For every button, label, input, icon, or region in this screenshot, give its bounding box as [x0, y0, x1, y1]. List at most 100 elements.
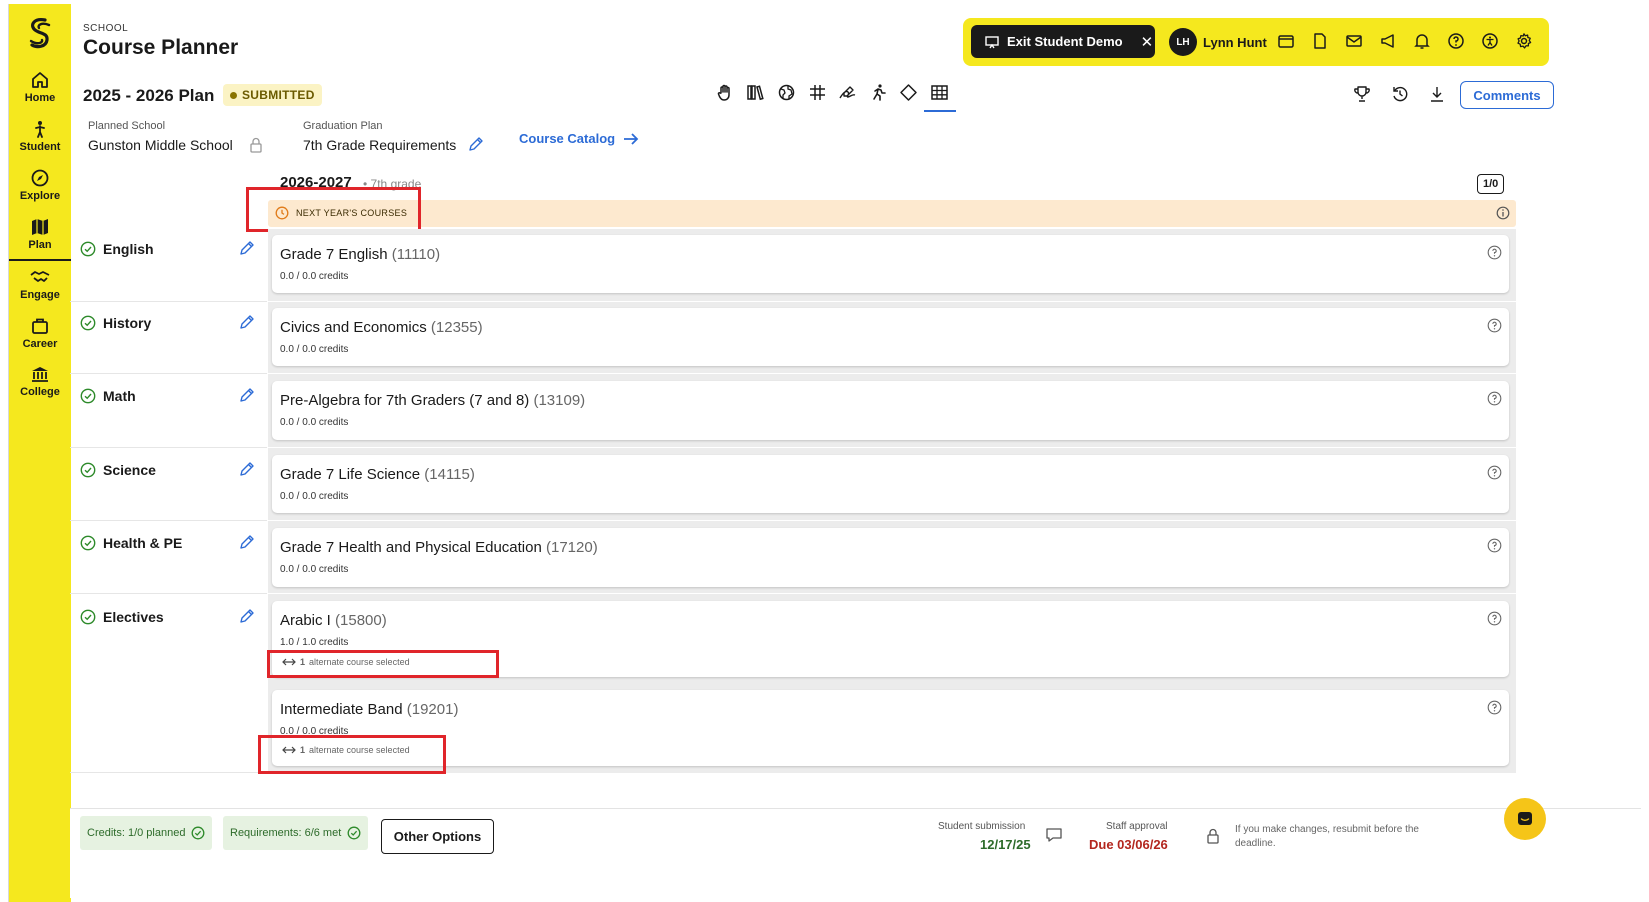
- help-icon[interactable]: [1487, 465, 1502, 480]
- help-icon[interactable]: [1487, 245, 1502, 260]
- sidebar-item-plan[interactable]: Plan: [9, 215, 71, 261]
- pencil-icon[interactable]: [239, 387, 255, 403]
- subject-name: Health & PE: [103, 535, 183, 551]
- help-icon[interactable]: [1487, 391, 1502, 406]
- comments-button[interactable]: Comments: [1460, 81, 1554, 109]
- pencil-icon[interactable]: [239, 534, 255, 550]
- row-divider: [70, 301, 267, 302]
- row-divider: [70, 520, 267, 521]
- bell-icon[interactable]: [1413, 32, 1433, 52]
- course-catalog-label: Course Catalog: [519, 131, 616, 146]
- help-icon[interactable]: [1487, 700, 1502, 715]
- hashtag-icon[interactable]: [808, 83, 830, 105]
- sidebar-item-home[interactable]: Home: [9, 68, 71, 114]
- course-code: (19201): [406, 701, 459, 718]
- gear-icon[interactable]: [1515, 32, 1535, 52]
- help-icon[interactable]: [1447, 32, 1467, 52]
- course-card[interactable]: Grade 7 Health and Physical Education (1…: [272, 528, 1509, 587]
- history-icon[interactable]: [1391, 85, 1411, 105]
- sidebar-item-college[interactable]: College: [9, 362, 71, 408]
- course-card[interactable]: Intermediate Band (19201) 0.0 / 0.0 cred…: [272, 690, 1509, 766]
- pencil-icon[interactable]: [239, 461, 255, 477]
- subject-name: Math: [103, 388, 136, 404]
- help-icon[interactable]: [1487, 538, 1502, 553]
- pencil-icon[interactable]: [239, 608, 255, 624]
- resubmit-note: If you make changes, resubmit before the…: [1235, 824, 1419, 849]
- brand-logo-icon[interactable]: [25, 16, 55, 52]
- info-icon[interactable]: [1496, 206, 1510, 220]
- course-card[interactable]: Pre-Algebra for 7th Graders (7 and 8) (1…: [272, 381, 1509, 440]
- graduation-plan-label: Graduation Plan: [303, 120, 383, 132]
- course-code: (15800): [335, 612, 387, 629]
- subject-name: Electives: [103, 609, 164, 625]
- course-title: Intermediate Band (19201): [280, 701, 458, 718]
- credits-pill[interactable]: Credits: 1/0 planned: [80, 816, 213, 850]
- pencil-icon[interactable]: [239, 240, 255, 256]
- help-icon[interactable]: [1487, 318, 1502, 333]
- running-icon[interactable]: [869, 83, 891, 105]
- check-circle-icon: [80, 241, 96, 257]
- course-catalog-link[interactable]: Course Catalog: [519, 131, 639, 146]
- megaphone-icon[interactable]: [1379, 32, 1399, 52]
- course-card[interactable]: Civics and Economics (12355) 0.0 / 0.0 c…: [272, 308, 1509, 366]
- requirements-pill-label: Requirements: 6/6 met: [230, 827, 342, 839]
- subject-name: History: [103, 315, 152, 331]
- exit-student-demo-label: Exit Student Demo: [1007, 34, 1123, 49]
- diamond-icon[interactable]: [899, 83, 921, 105]
- requirements-pill[interactable]: Requirements: 6/6 met: [223, 816, 369, 850]
- chat-icon: [1518, 812, 1532, 825]
- student-submission-date: 12/17/25: [980, 837, 1031, 852]
- books-icon[interactable]: [746, 83, 768, 105]
- staff-approval-label: Staff approval: [1106, 821, 1168, 832]
- comment-icon[interactable]: [1045, 826, 1063, 844]
- check-circle-icon: [347, 826, 361, 840]
- course-name: Pre-Algebra for 7th Graders (7 and 8): [280, 392, 530, 409]
- course-card[interactable]: Grade 7 Life Science (14115) 0.0 / 0.0 c…: [272, 455, 1509, 513]
- edit-graduation-plan-pencil-icon[interactable]: [468, 136, 484, 152]
- trophy-icon[interactable]: [1353, 85, 1373, 105]
- row-divider: [70, 593, 267, 594]
- mail-icon[interactable]: [1345, 32, 1365, 52]
- course-title: Grade 7 Health and Physical Education (1…: [280, 539, 598, 556]
- map-icon: [9, 217, 71, 239]
- row-divider: [70, 447, 267, 448]
- chat-launcher-button[interactable]: [1504, 798, 1546, 840]
- sidebar-item-label: Plan: [28, 239, 52, 251]
- exit-student-demo-button[interactable]: Exit Student Demo ✕: [971, 25, 1155, 58]
- grid-view-icon[interactable]: [930, 83, 952, 105]
- active-view-indicator: [924, 110, 956, 112]
- highlight-box: [267, 650, 499, 678]
- globe-icon[interactable]: [777, 83, 799, 105]
- briefcase-icon: [9, 316, 71, 338]
- course-card[interactable]: Grade 7 English (11110) 0.0 / 0.0 credit…: [272, 235, 1509, 293]
- user-name[interactable]: Lynn Hunt: [1203, 35, 1267, 50]
- planned-school-value: Gunston Middle School: [88, 137, 233, 153]
- help-icon[interactable]: [1487, 611, 1502, 626]
- plan-title: 2025 - 2026 Plan: [83, 86, 215, 105]
- status-badge-label: SUBMITTED: [242, 88, 315, 102]
- pencil-icon[interactable]: [239, 314, 255, 330]
- check-circle-icon: [80, 388, 96, 404]
- sidebar-item-student[interactable]: Student: [9, 117, 71, 163]
- course-title: Arabic I (15800): [280, 612, 387, 629]
- signature-icon[interactable]: [838, 83, 860, 105]
- sidebar-item-engage[interactable]: Engage: [9, 265, 71, 311]
- subject-name: English: [103, 241, 154, 257]
- sidebar-item-career[interactable]: Career: [9, 314, 71, 360]
- next-years-courses-banner: NEXT YEAR'S COURSES: [268, 200, 1516, 227]
- hand-icon[interactable]: [716, 83, 738, 105]
- avatar[interactable]: LH: [1169, 28, 1197, 56]
- check-circle-icon: [80, 535, 96, 551]
- staff-approval-due: Due 03/06/26: [1089, 837, 1168, 852]
- highlight-box: [258, 735, 446, 774]
- course-title: Grade 7 English (11110): [280, 246, 440, 263]
- other-options-button[interactable]: Other Options: [381, 819, 494, 854]
- check-circle-icon: [80, 462, 96, 478]
- document-icon[interactable]: [1311, 32, 1331, 52]
- college-icon: [9, 364, 71, 386]
- course-code: (11110): [391, 246, 441, 263]
- accessibility-icon[interactable]: [1481, 32, 1501, 52]
- sidebar-item-explore[interactable]: Explore: [9, 166, 71, 212]
- download-icon[interactable]: [1428, 85, 1448, 105]
- wallet-icon[interactable]: [1277, 32, 1297, 52]
